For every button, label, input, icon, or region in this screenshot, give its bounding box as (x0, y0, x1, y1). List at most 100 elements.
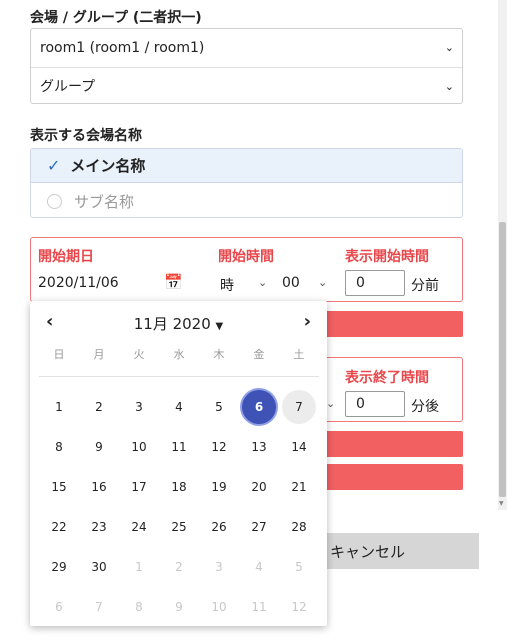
minute-select[interactable]: 00 (282, 275, 300, 291)
calendar-day-label: 12 (291, 600, 307, 614)
calendar-day-label: 7 (95, 600, 103, 614)
calendar-day-label: 29 (51, 560, 67, 574)
calendar-day-label: 26 (211, 520, 227, 534)
calendar-day[interactable]: 7 (279, 387, 319, 427)
radio-circle-icon (47, 193, 62, 209)
date-picker-popup: ‹ 11月 2020 ▼ › 日月火水木金土 1 2 3 4 5 6 7 8 9 10 11 12 13… (30, 301, 327, 626)
weekday-label: 火 (133, 348, 145, 361)
calendar-day[interactable]: 29 (39, 547, 79, 587)
calendar-day[interactable]: 2 (79, 387, 119, 427)
chevron-down-icon: ⌄ (444, 80, 454, 93)
calendar-day[interactable]: 10 (199, 587, 239, 627)
display-name-label: 表示する会場名称 (30, 128, 142, 144)
display-start-label: 表示開始時間 (345, 249, 429, 265)
calendar-day[interactable]: 8 (119, 587, 159, 627)
calendar-day[interactable]: 23 (79, 507, 119, 547)
display-end-input[interactable]: 0 (345, 391, 405, 417)
chevron-down-icon: ⌄ (326, 397, 336, 410)
calendar-day[interactable]: 21 (279, 467, 319, 507)
calendar-day[interactable]: 16 (79, 467, 119, 507)
next-month-button[interactable]: › (304, 311, 311, 332)
room-select[interactable]: room1 (room1 / room1) ⌄ (31, 29, 462, 66)
option-main-name[interactable]: ✓ メイン名称 (31, 149, 462, 183)
calendar-day[interactable]: 13 (239, 427, 279, 467)
month-year-dropdown[interactable]: 11月 2020 ▼ (30, 313, 327, 334)
calendar-icon[interactable]: 📅 (164, 273, 183, 291)
calendar-day-label: 12 (211, 440, 227, 454)
calendar-day[interactable]: 14 (279, 427, 319, 467)
calendar-day[interactable]: 8 (39, 427, 79, 467)
calendar-day[interactable]: 27 (239, 507, 279, 547)
calendar-day-label: 9 (175, 600, 183, 614)
calendar-day-label: 9 (95, 440, 103, 454)
group-select[interactable]: グループ ⌄ (31, 67, 462, 104)
calendar-day-label: 24 (131, 520, 147, 534)
date-picker-header: ‹ 11月 2020 ▼ › (30, 311, 327, 335)
calendar-day-label: 3 (215, 560, 223, 574)
calendar-day[interactable]: 3 (199, 547, 239, 587)
calendar-day[interactable]: 26 (199, 507, 239, 547)
calendar-day[interactable]: 12 (279, 587, 319, 627)
calendar-day[interactable]: 18 (159, 467, 199, 507)
calendar-day[interactable]: 11 (159, 427, 199, 467)
weekday-label: 水 (173, 348, 185, 361)
calendar-day[interactable]: 11 (239, 587, 279, 627)
calendar-day[interactable]: 19 (199, 467, 239, 507)
calendar-day-label: 3 (135, 400, 143, 414)
start-date-label: 開始期日 (38, 249, 94, 265)
calendar-day[interactable]: 10 (119, 427, 159, 467)
calendar-day[interactable]: 1 (119, 547, 159, 587)
calendar-day-label: 20 (251, 480, 267, 494)
calendar-day[interactable]: 4 (159, 387, 199, 427)
calendar-day-label: 10 (211, 600, 227, 614)
calendar-day[interactable]: 24 (119, 507, 159, 547)
calendar-day-label: 5 (295, 560, 303, 574)
calendar-day[interactable]: 12 (199, 427, 239, 467)
calendar-day[interactable]: 5 (199, 387, 239, 427)
calendar-day-label: 21 (291, 480, 307, 494)
scrollbar[interactable]: ▼ (498, 0, 507, 510)
caret-down-icon: ▼ (215, 321, 224, 332)
display-end-unit: 分後 (411, 399, 439, 415)
calendar-day[interactable]: 20 (239, 467, 279, 507)
display-name-options: ✓ メイン名称 サブ名称 (30, 148, 463, 218)
scrollbar-thumb[interactable] (499, 222, 506, 497)
start-time-label: 開始時間 (218, 249, 274, 265)
calendar-day[interactable]: 1 (39, 387, 79, 427)
calendar-day[interactable]: 17 (119, 467, 159, 507)
option-sub-name[interactable]: サブ名称 (31, 184, 462, 217)
display-end-label: 表示終了時間 (345, 370, 429, 386)
calendar-day-label: 14 (291, 440, 307, 454)
chevron-down-icon: ⌄ (444, 41, 454, 54)
scroll-down-icon[interactable]: ▼ (499, 500, 504, 507)
calendar-day[interactable]: 5 (279, 547, 319, 587)
calendar-day[interactable]: 4 (239, 547, 279, 587)
calendar-day[interactable]: 9 (79, 427, 119, 467)
calendar-day-label: 19 (211, 480, 227, 494)
start-date-input[interactable]: 2020/11/06 (38, 275, 119, 291)
calendar-day[interactable]: 3 (119, 387, 159, 427)
month-year-label: 11月 2020 (133, 315, 211, 333)
venue-group-label: 会場 / グループ (二者択一) (30, 10, 202, 26)
divider (39, 376, 319, 377)
calendar-day-label: 8 (135, 600, 143, 614)
calendar-day[interactable]: 7 (79, 587, 119, 627)
calendar-day[interactable]: 9 (159, 587, 199, 627)
calendar-day[interactable]: 22 (39, 507, 79, 547)
calendar-day-label: 1 (55, 400, 63, 414)
calendar-day-label: 10 (131, 440, 147, 454)
calendar-day[interactable]: 15 (39, 467, 79, 507)
calendar-day-label: 16 (91, 480, 107, 494)
calendar-day[interactable]: 25 (159, 507, 199, 547)
calendar-day[interactable]: 30 (79, 547, 119, 587)
calendar-day-label: 4 (175, 400, 183, 414)
calendar-day[interactable]: 28 (279, 507, 319, 547)
calendar-day[interactable]: 6 (239, 387, 279, 427)
calendar-day[interactable]: 2 (159, 547, 199, 587)
option-sub-name-label: サブ名称 (74, 192, 135, 211)
check-icon: ✓ (47, 156, 61, 175)
calendar-day[interactable]: 6 (39, 587, 79, 627)
hour-select[interactable]: 時 (220, 275, 234, 295)
calendar-day-label: 5 (215, 400, 223, 414)
display-start-input[interactable]: 0 (345, 270, 405, 296)
